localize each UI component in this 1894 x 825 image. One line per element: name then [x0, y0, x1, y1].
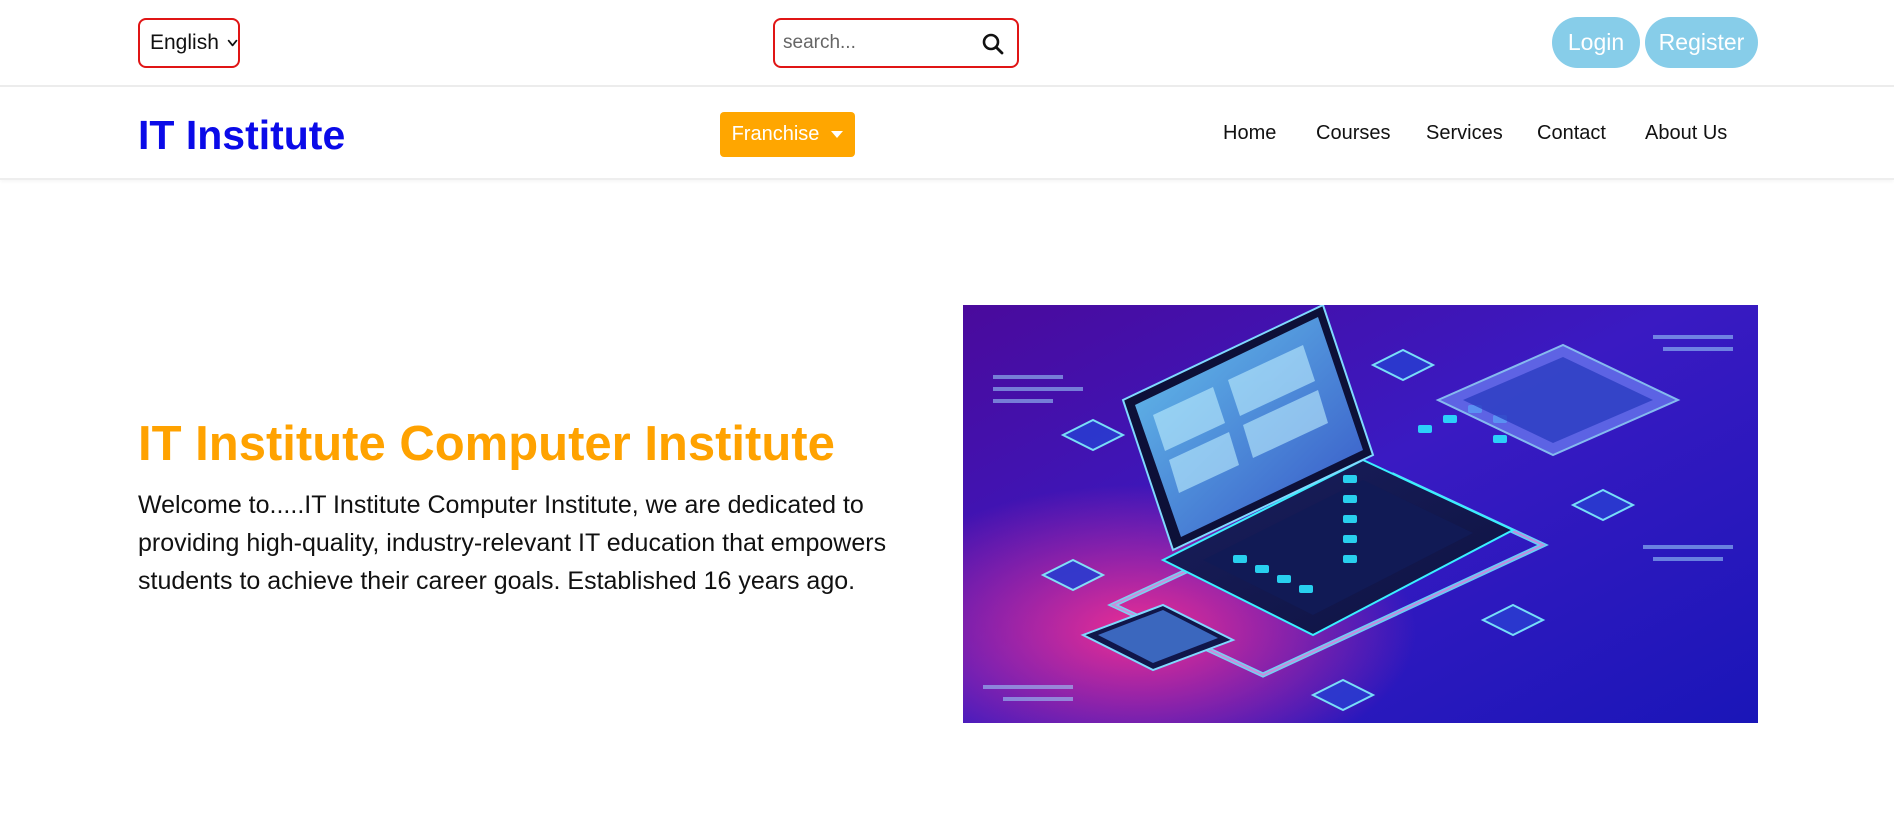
search-icon[interactable] [981, 32, 1005, 56]
login-button[interactable]: Login [1552, 17, 1640, 68]
chevron-down-icon [227, 39, 238, 47]
hero-title: IT Institute Computer Institute [138, 417, 835, 471]
register-button[interactable]: Register [1645, 17, 1758, 68]
hero-laptop-illustration [963, 305, 1758, 723]
nav-home[interactable]: Home [1223, 122, 1276, 145]
brand-logo[interactable]: IT Institute [138, 112, 345, 159]
nav-about-us[interactable]: About Us [1645, 122, 1727, 145]
caret-down-icon [831, 131, 844, 138]
nav-contact[interactable]: Contact [1537, 122, 1606, 145]
search-input[interactable] [783, 32, 973, 54]
franchise-dropdown-button[interactable]: Franchise [720, 112, 855, 157]
search-box [773, 18, 1019, 68]
nav-services[interactable]: Services [1426, 122, 1503, 145]
laptop-illustration-graphic [963, 305, 1758, 723]
hero-description: Welcome to.....IT Institute Computer Ins… [138, 491, 887, 595]
nav-courses[interactable]: Courses [1316, 122, 1390, 145]
top-bar: English Login Register [0, 0, 1894, 87]
language-selected-label: English [150, 31, 219, 54]
language-select[interactable]: English [138, 18, 240, 68]
franchise-label: Franchise [731, 123, 820, 145]
